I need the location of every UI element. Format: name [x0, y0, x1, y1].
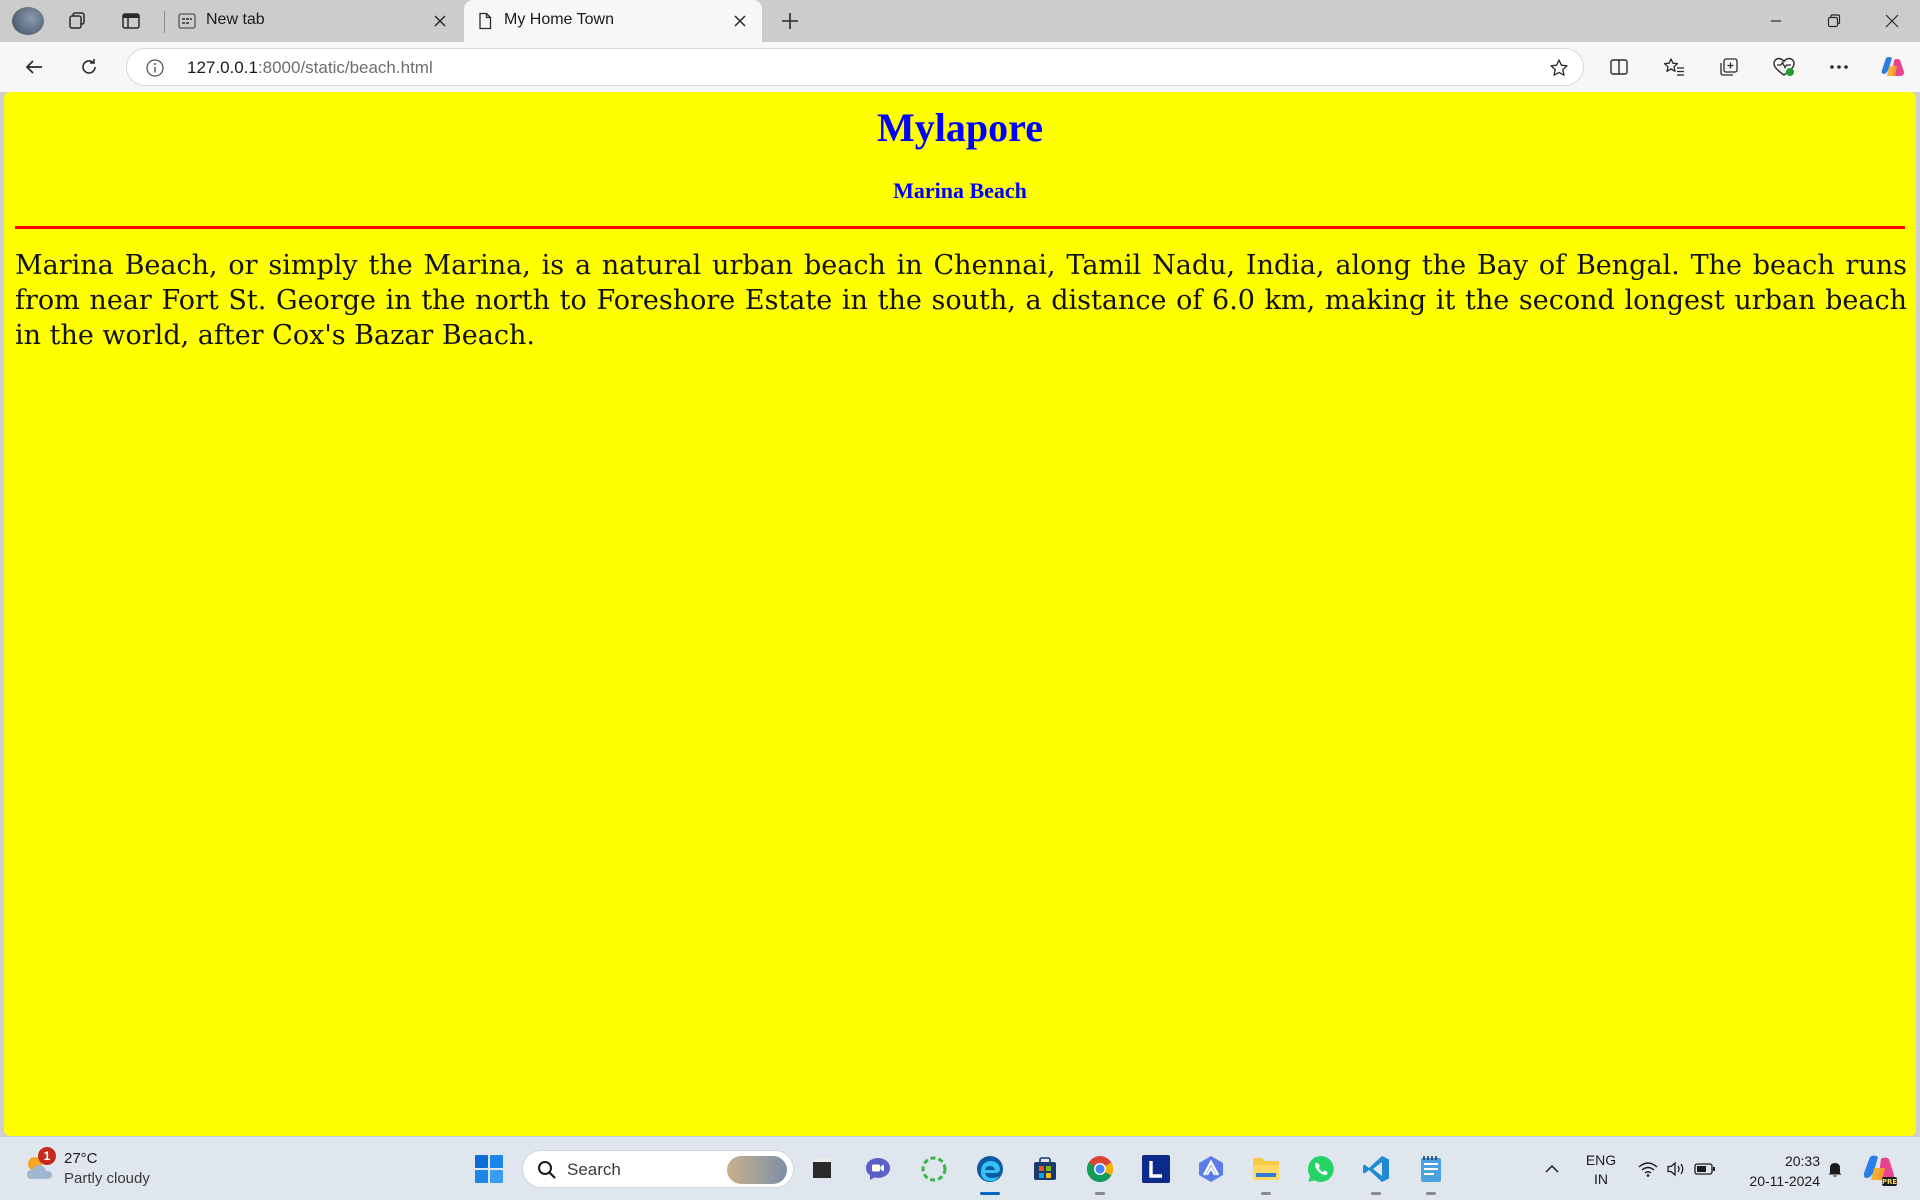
plus-icon [782, 13, 798, 29]
weather-temperature: 27°C [64, 1150, 98, 1167]
show-hidden-icons-chevron[interactable] [1540, 1157, 1564, 1181]
close-tab-icon[interactable] [428, 9, 452, 33]
page-subtitle: Marina Beach [893, 178, 1027, 203]
browser-essentials-icon[interactable] [1767, 51, 1801, 83]
running-app-indicator [1261, 1192, 1271, 1195]
document-icon [476, 12, 494, 30]
tab-separator [164, 11, 165, 33]
new-tab-button[interactable] [774, 6, 806, 36]
input-language[interactable]: ENG IN [1580, 1151, 1622, 1189]
meet-icon[interactable] [858, 1149, 898, 1189]
minimize-button[interactable] [1748, 0, 1804, 42]
svg-text:PRE: PRE [1882, 1178, 1898, 1186]
workspaces-icon[interactable] [61, 6, 93, 36]
favorites-icon[interactable] [1657, 51, 1691, 83]
browser-toolbar: 127.0.0.1:8000/static/beach.html [0, 42, 1920, 92]
close-window-button[interactable] [1864, 0, 1920, 42]
vertical-tabs-icon[interactable] [115, 6, 147, 36]
clock-date: 20-11-2024 [1749, 1173, 1820, 1189]
tab-title: New tab [206, 11, 265, 28]
url-host: 127.0.0.1 [187, 58, 258, 77]
back-arrow-icon[interactable] [17, 51, 51, 83]
running-app-indicator [1426, 1192, 1436, 1195]
running-app-indicator [1371, 1192, 1381, 1195]
tab-my-home-town[interactable]: My Home Town [464, 0, 762, 42]
url-text[interactable]: 127.0.0.1:8000/static/beach.html [187, 58, 433, 78]
edge-icon[interactable] [970, 1149, 1010, 1195]
page-title: Mylapore [877, 105, 1043, 150]
favorite-star-icon[interactable] [1547, 56, 1571, 80]
more-options-icon[interactable] [1822, 51, 1856, 83]
battery-icon[interactable] [1693, 1157, 1717, 1181]
loading-app-icon[interactable] [914, 1149, 954, 1189]
copilot-icon[interactable] [1876, 51, 1910, 83]
search-highlight-image [727, 1156, 787, 1184]
windows-taskbar: 1 27°C Partly cloudy Search ENG IN 20:33… [0, 1136, 1920, 1200]
start-icon[interactable] [469, 1149, 509, 1189]
region-code: IN [1594, 1171, 1608, 1187]
collections-icon[interactable] [1712, 51, 1746, 83]
new-tab-page-icon [178, 12, 196, 30]
address-bar[interactable]: 127.0.0.1:8000/static/beach.html [126, 48, 1584, 86]
whatsapp-icon[interactable] [1301, 1149, 1341, 1189]
chrome-icon[interactable] [1080, 1149, 1120, 1195]
profile-avatar[interactable] [12, 7, 44, 35]
refresh-icon[interactable] [72, 51, 106, 83]
weather-widget[interactable]: 1 27°C Partly cloudy [22, 1147, 192, 1191]
file-explorer-icon[interactable] [1246, 1149, 1286, 1195]
search-label: Search [567, 1160, 621, 1179]
taskbar-search-box[interactable]: Search [522, 1150, 794, 1188]
active-app-indicator [980, 1192, 1000, 1195]
language-code: ENG [1585, 1152, 1617, 1168]
copilot-taskbar-icon[interactable]: PRE [1862, 1151, 1898, 1187]
search-icon [537, 1160, 557, 1180]
page-viewport: Mylapore Marina Beach Marina Beach, or s… [4, 92, 1916, 1136]
file-icon[interactable] [802, 1149, 842, 1189]
vscode-icon[interactable] [1356, 1149, 1396, 1195]
clock-time: 20:33 [1784, 1153, 1820, 1169]
url-path: :8000/static/beach.html [257, 58, 433, 77]
browser-tab-strip: New tab My Home Town [0, 0, 1920, 42]
store-icon[interactable] [1025, 1149, 1065, 1189]
restore-button[interactable] [1806, 0, 1862, 42]
notification-bell-icon[interactable] [1824, 1157, 1846, 1181]
weather-condition: Partly cloudy [64, 1170, 150, 1187]
notification-badge: 1 [38, 1147, 56, 1165]
page-paragraph: Marina Beach, or simply the Marina, is a… [15, 250, 1907, 351]
split-screen-icon[interactable] [1602, 51, 1636, 83]
site-info-icon[interactable] [145, 58, 165, 78]
wifi-icon[interactable] [1636, 1157, 1660, 1181]
tab-new-tab[interactable]: New tab [166, 0, 462, 42]
vpn-icon[interactable] [1191, 1149, 1231, 1189]
volume-icon[interactable] [1664, 1157, 1688, 1181]
running-app-indicator [1095, 1192, 1105, 1195]
tab-title: My Home Town [504, 11, 614, 28]
system-clock[interactable]: 20:33 20-11-2024 [1726, 1151, 1820, 1191]
horizontal-rule [15, 226, 1905, 229]
l-app-icon[interactable] [1136, 1149, 1176, 1189]
notepad-icon[interactable] [1411, 1149, 1451, 1195]
close-tab-icon[interactable] [728, 9, 752, 33]
